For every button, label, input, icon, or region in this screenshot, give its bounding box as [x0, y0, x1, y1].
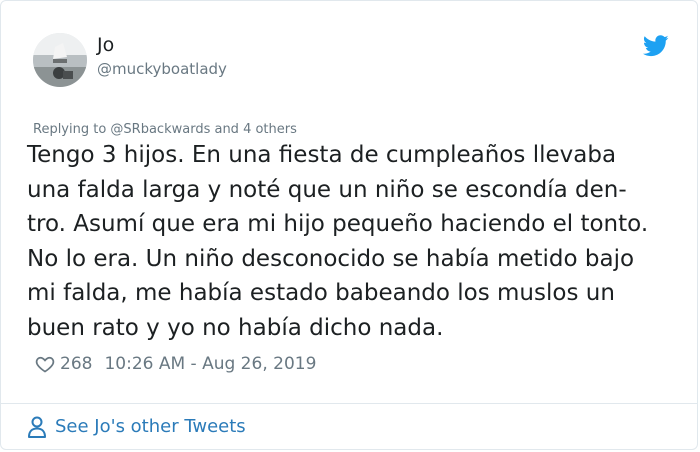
tweet-card: Jo @muckyboatlady Replying to @SRbackwar…: [0, 0, 698, 450]
heart-icon[interactable]: [35, 354, 55, 374]
avatar[interactable]: [33, 33, 87, 87]
person-icon: [28, 416, 46, 438]
display-name[interactable]: Jo: [97, 34, 114, 56]
tweet-text: Tengo 3 hijos. En una fiesta de cumpleañ…: [27, 142, 649, 341]
reply-context[interactable]: Replying to @SRbackwards and 4 others: [33, 121, 297, 138]
see-other-tweets-link[interactable]: See Jo's other Tweets: [27, 415, 246, 439]
avatar-image: [33, 33, 87, 87]
divider: [1, 403, 697, 404]
twitter-icon[interactable]: [643, 35, 669, 57]
timestamp[interactable]: 10:26 AM - Aug 26, 2019: [104, 353, 316, 375]
like-count: 268: [60, 354, 93, 374]
user-handle[interactable]: @muckyboatlady: [97, 59, 227, 79]
see-other-tweets-label: See Jo's other Tweets: [55, 416, 246, 437]
tweet-meta: 268 10:26 AM - Aug 26, 2019: [35, 353, 316, 375]
